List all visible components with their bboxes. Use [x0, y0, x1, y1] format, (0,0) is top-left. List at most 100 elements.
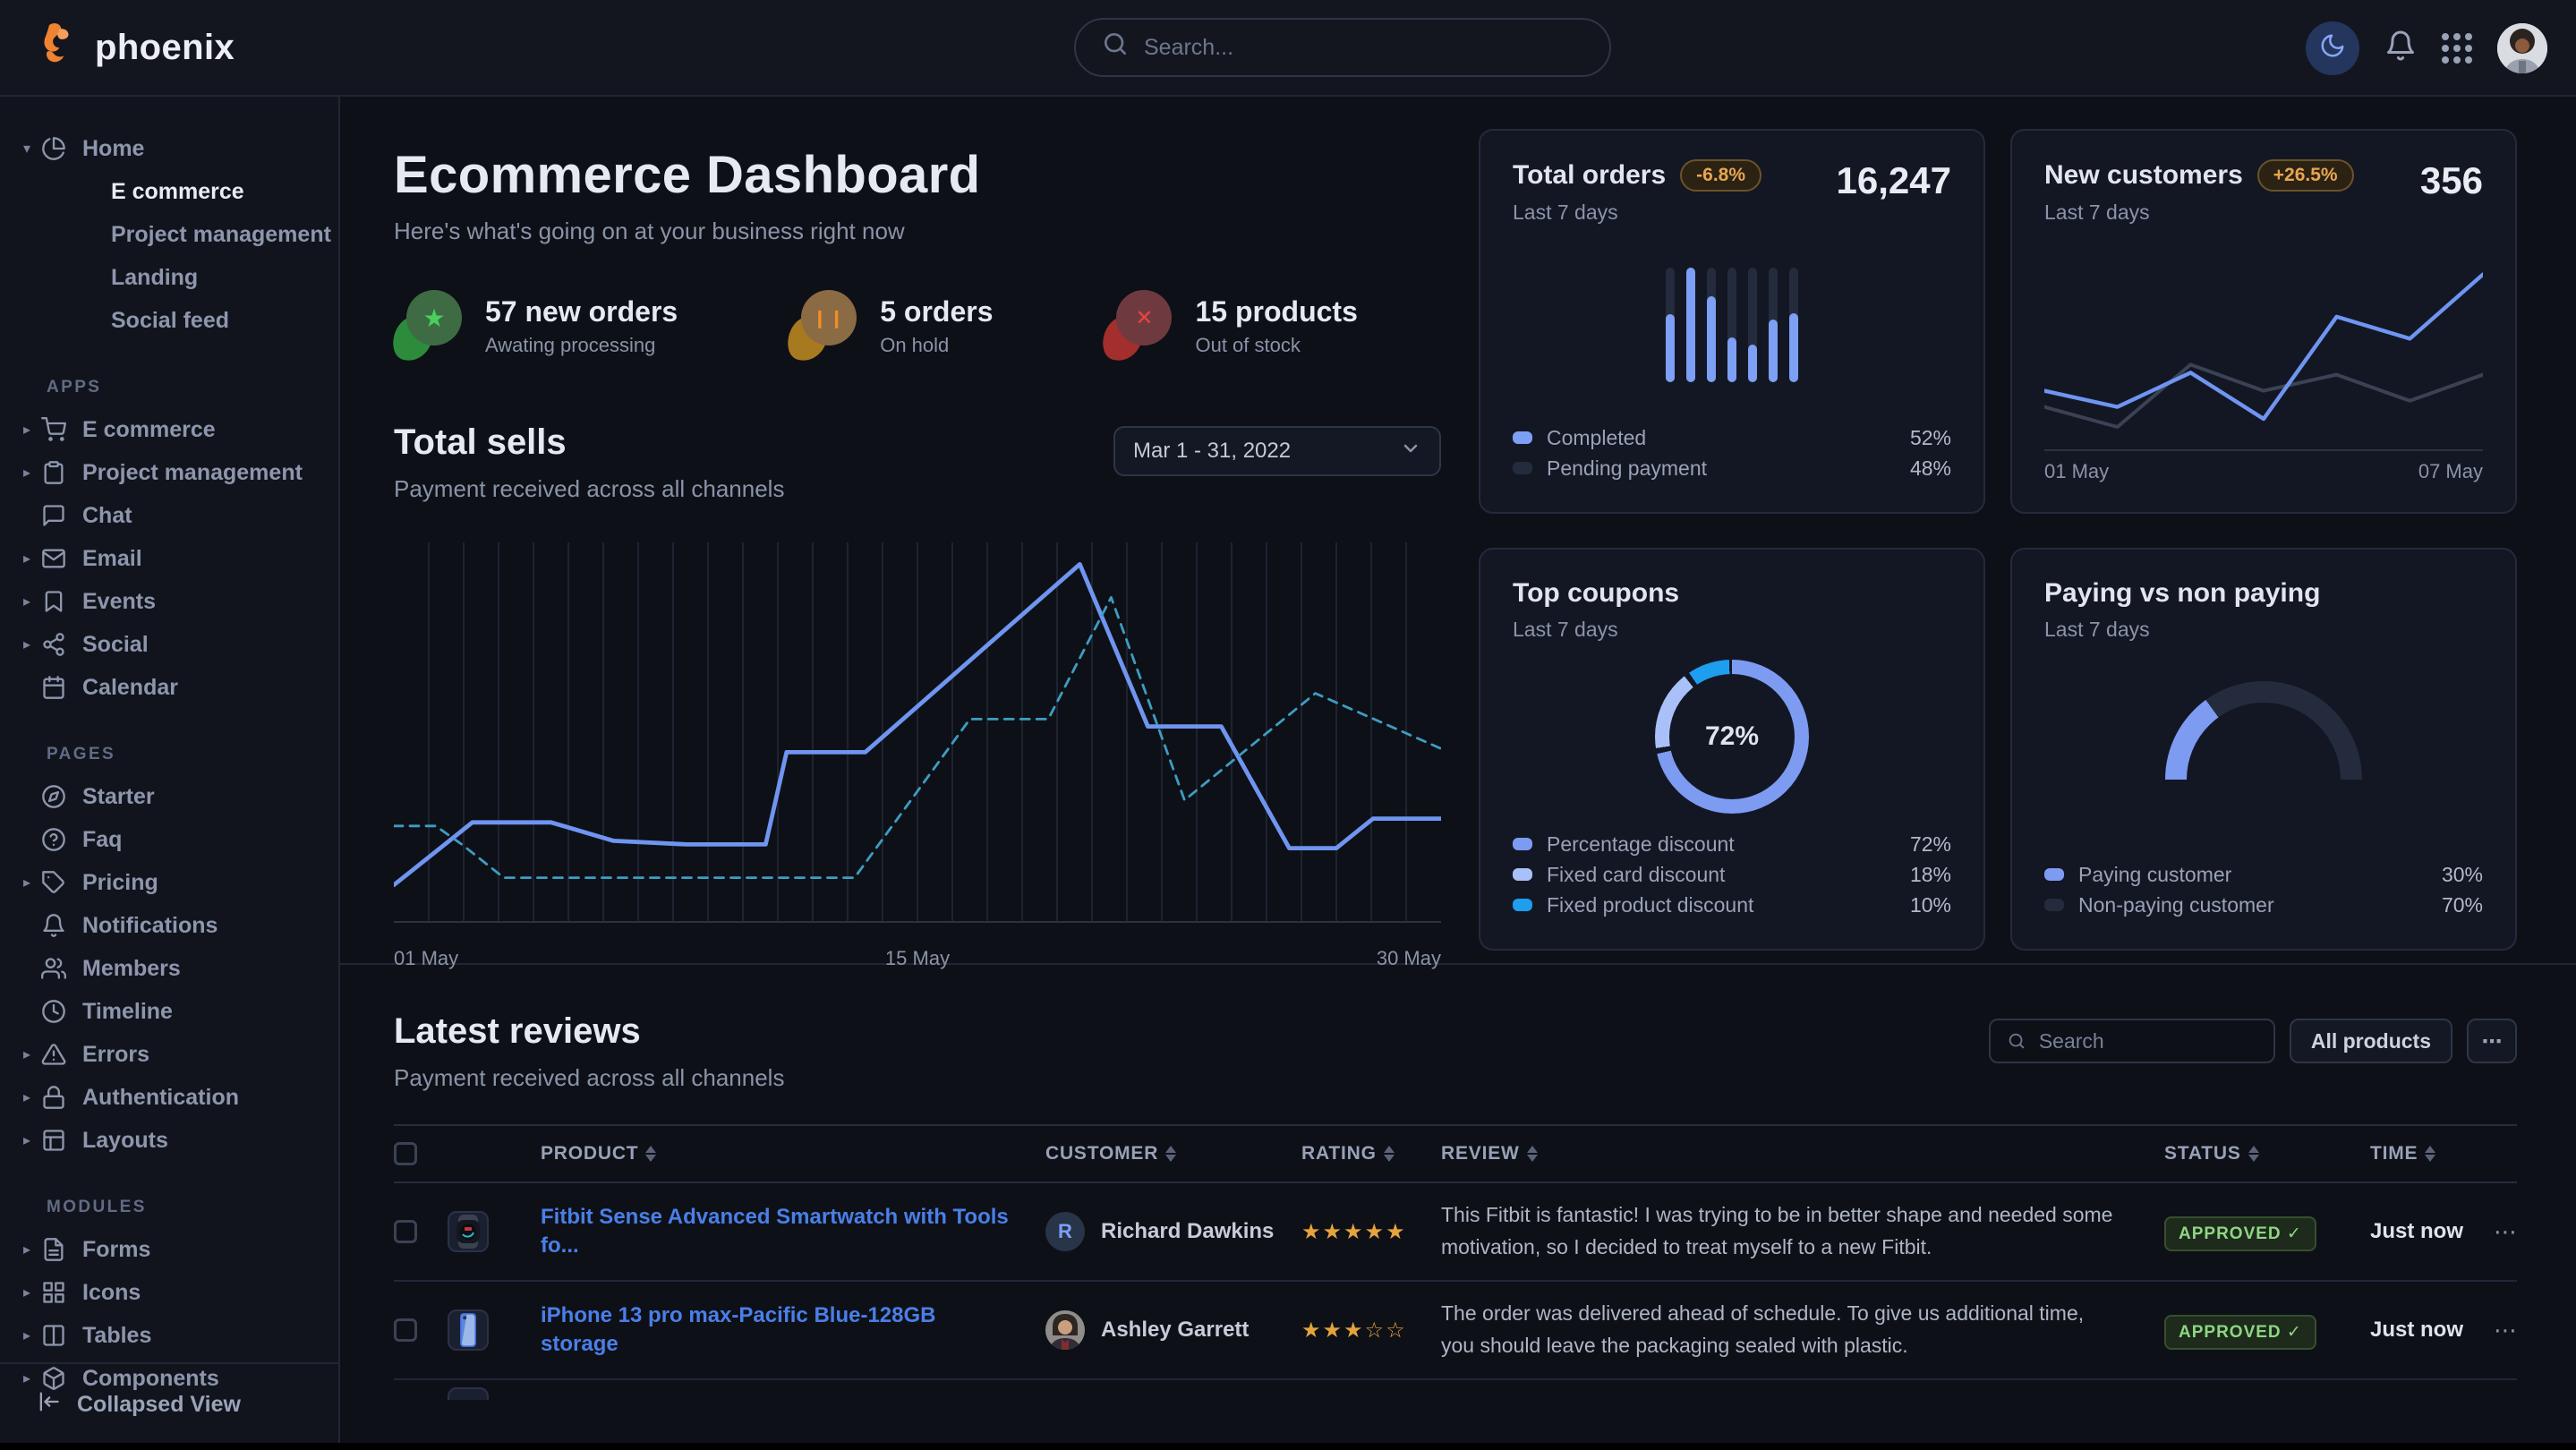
row-menu-button[interactable]: ⋯	[2485, 1317, 2517, 1344]
product-link[interactable]: iPhone 13 pro max-Pacific Blue-128GB sto…	[541, 1301, 1045, 1360]
new-customers-chart	[2044, 250, 2483, 446]
sidebar-item-project-management[interactable]: ▸Project management	[0, 451, 338, 494]
sidebar-subitem-e-commerce[interactable]: E commerce	[0, 170, 338, 213]
notifications-button[interactable]	[2384, 30, 2417, 68]
product-thumbnail[interactable]	[448, 1211, 489, 1252]
collapsed-view-toggle[interactable]: Collapsed View	[0, 1364, 338, 1420]
sidebar-item-timeline[interactable]: Timeline	[0, 990, 338, 1033]
main-content: Ecommerce Dashboard Here's what's going …	[340, 97, 2576, 1450]
apps-grid-button[interactable]	[2442, 33, 2472, 64]
total-orders-title: Total orders	[1513, 160, 1666, 191]
stat-label: On hold	[880, 334, 993, 357]
order-bar-track	[1789, 268, 1798, 382]
legend-chip	[1513, 868, 1532, 881]
x-axis-label: 07 May	[2418, 460, 2483, 483]
review-text: This Fitbit is fantastic! I was trying t…	[1441, 1199, 2164, 1263]
sidebar-item-events[interactable]: ▸Events	[0, 580, 338, 623]
legend-value: 52%	[1910, 426, 1951, 450]
order-bar-fill	[1666, 314, 1675, 382]
sidebar-subitem-social-feed[interactable]: Social feed	[0, 299, 338, 342]
pie-chart-icon	[41, 135, 68, 162]
reviews-search[interactable]	[1989, 1019, 2275, 1063]
caret-down-icon: ▾	[23, 140, 41, 158]
sidebar-item-authentication[interactable]: ▸Authentication	[0, 1076, 338, 1119]
chevron-down-icon	[1400, 438, 1421, 465]
card-new-customers: New customers +26.5% Last 7 days 356 01 …	[2010, 129, 2517, 514]
sidebar: ▾ Home E commerceProject managementLanding…	[0, 97, 340, 1450]
sidebar-item-calendar[interactable]: Calendar	[0, 666, 338, 709]
sidebar-item-pricing[interactable]: ▸Pricing	[0, 861, 338, 904]
column-header-review[interactable]: REVIEW	[1441, 1143, 2164, 1164]
user-avatar[interactable]	[2497, 23, 2547, 73]
sidebar-item-members[interactable]: Members	[0, 947, 338, 990]
sidebar-item-starter[interactable]: Starter	[0, 775, 338, 818]
all-products-button[interactable]: All products	[2290, 1019, 2452, 1063]
reviews-more-button[interactable]: ⋯	[2467, 1019, 2517, 1063]
legend-row: Fixed card discount18%	[1513, 859, 1951, 890]
sidebar-item-home[interactable]: ▾ Home	[0, 127, 338, 170]
sidebar-item-errors[interactable]: ▸ Errors	[0, 1033, 338, 1076]
row-checkbox[interactable]	[394, 1318, 417, 1342]
brand[interactable]: phoenix	[36, 22, 235, 72]
date-range-select[interactable]: Mar 1 - 31, 2022	[1113, 426, 1441, 476]
sidebar-subitem-landing[interactable]: Landing	[0, 256, 338, 299]
sidebar-section-label: MODULES	[0, 1162, 338, 1228]
sidebar-item-layouts[interactable]: ▸Layouts	[0, 1119, 338, 1162]
users-icon	[41, 955, 68, 982]
collapse-icon	[36, 1389, 61, 1420]
total-orders-value: 16,247	[1837, 159, 1951, 202]
card-total-orders: Total orders -6.8% Last 7 days 16,247 Co…	[1479, 129, 1985, 514]
row-menu-button[interactable]: ⋯	[2485, 1218, 2517, 1246]
sidebar-item-faq[interactable]: Faq	[0, 818, 338, 861]
product-link[interactable]: Fitbit Sense Advanced Smartwatch with To…	[541, 1203, 1045, 1261]
product-thumbnail[interactable]	[448, 1309, 489, 1351]
column-header-status[interactable]: STATUS	[2164, 1143, 2370, 1164]
table-row: Fitbit Sense Advanced Smartwatch with To…	[394, 1183, 2517, 1282]
legend-row: Fixed product discount10%	[1513, 890, 1951, 920]
sidebar-item-label: Errors	[82, 1042, 149, 1068]
sidebar-item-label: Home	[82, 136, 144, 162]
star-icon: ★	[406, 290, 462, 345]
moon-icon	[2319, 32, 2346, 65]
sort-icon	[2425, 1146, 2435, 1162]
sidebar-item-icons[interactable]: ▸Icons	[0, 1271, 338, 1314]
order-bar-fill	[1686, 268, 1695, 382]
stat-label: Out of stock	[1195, 334, 1357, 357]
theme-toggle-button[interactable]	[2306, 21, 2359, 75]
sidebar-item-e-commerce[interactable]: ▸E commerce	[0, 408, 338, 451]
sidebar-item-notifications[interactable]: Notifications	[0, 904, 338, 947]
sort-icon	[2248, 1146, 2259, 1162]
reviews-table-body: Fitbit Sense Advanced Smartwatch with To…	[394, 1183, 2517, 1400]
sidebar-item-social[interactable]: ▸Social	[0, 623, 338, 666]
total-sells-chart	[394, 542, 1441, 936]
navbar-actions	[2306, 0, 2547, 97]
select-all-checkbox[interactable]	[394, 1142, 417, 1165]
legend-label: Fixed card discount	[1547, 863, 1725, 887]
paying-period: Last 7 days	[2044, 618, 2483, 642]
stat-text: 57 new ordersAwating processing	[485, 295, 678, 357]
column-header-time[interactable]: TIME	[2370, 1143, 2485, 1164]
sidebar-item-chat[interactable]: Chat	[0, 494, 338, 537]
reviews-search-input[interactable]	[2039, 1029, 2257, 1053]
rating-stars: ★★★☆☆	[1301, 1318, 1441, 1343]
product-thumb-cell	[448, 1380, 541, 1400]
sidebar-item-email[interactable]: ▸Email	[0, 537, 338, 580]
sidebar-subitem-project-management[interactable]: Project management	[0, 213, 338, 256]
order-bar-track	[1686, 268, 1695, 382]
navbar-search-input[interactable]	[1144, 35, 1584, 61]
navbar-search[interactable]	[1074, 18, 1611, 77]
sidebar-item-forms[interactable]: ▸Forms	[0, 1228, 338, 1271]
column-header-product[interactable]: PRODUCT	[541, 1143, 1045, 1164]
x-axis-label: 01 May	[394, 947, 458, 970]
dashboard-cards: Total orders -6.8% Last 7 days 16,247 Co…	[1479, 129, 2517, 963]
sidebar-item-tables[interactable]: ▸Tables	[0, 1314, 338, 1357]
order-bar-fill	[1707, 296, 1716, 382]
caret-right-icon: ▸	[23, 1045, 41, 1063]
legend-label: Percentage discount	[1547, 832, 1735, 857]
column-header-rating[interactable]: RATING	[1301, 1143, 1441, 1164]
legend-label: Completed	[1547, 426, 1646, 450]
row-checkbox[interactable]	[394, 1220, 417, 1243]
sidebar-section-label: PAGES	[0, 709, 338, 775]
order-bar-track	[1769, 268, 1778, 382]
column-header-customer[interactable]: CUSTOMER	[1045, 1143, 1301, 1164]
